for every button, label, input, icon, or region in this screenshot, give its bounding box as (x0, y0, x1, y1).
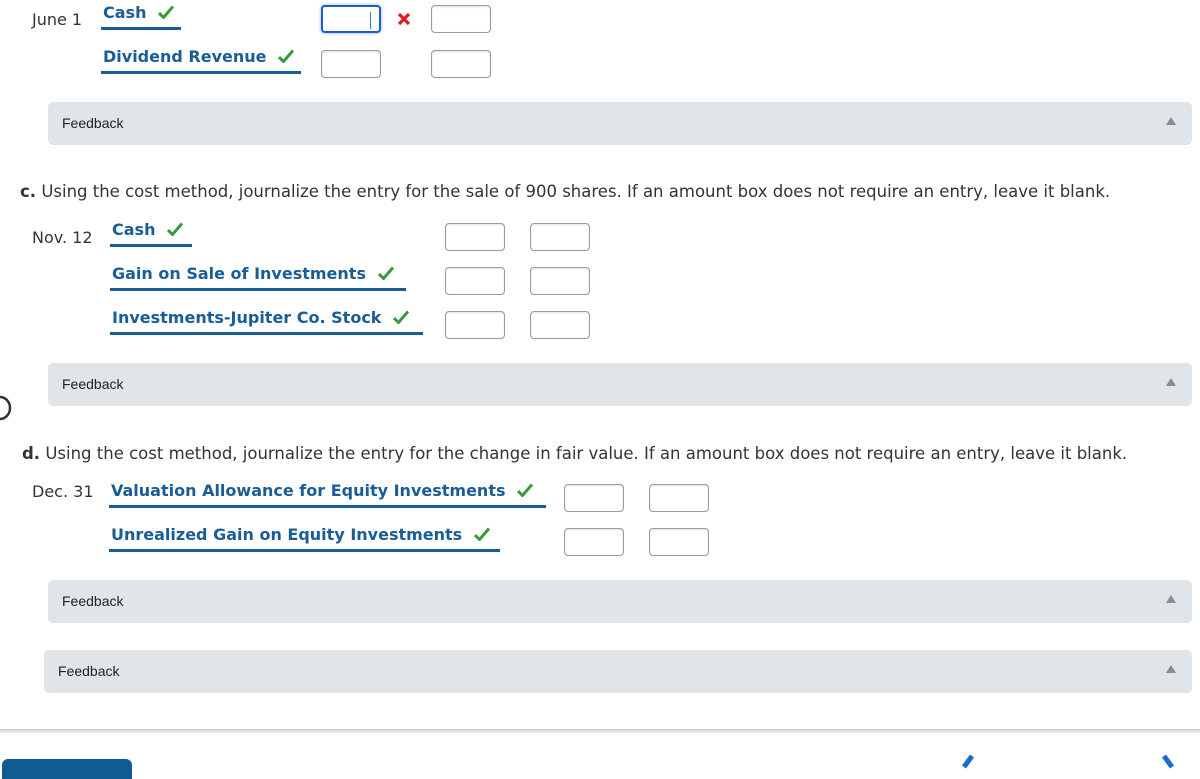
account-valuation-allowance[interactable]: Valuation Allowance for Equity Investmen… (109, 481, 546, 508)
credit-amount-field[interactable] (531, 224, 589, 250)
step-indicator-circle (0, 395, 12, 421)
account-cash-june-1[interactable]: Cash (101, 3, 181, 30)
debit-amount-input[interactable] (321, 5, 381, 33)
credit-amount-field[interactable] (650, 485, 708, 511)
checkmark-icon (393, 310, 410, 324)
triangle-up-icon (1166, 378, 1176, 386)
entry-date-nov-12: Nov. 12 (32, 228, 93, 247)
credit-amount-input[interactable] (649, 528, 709, 556)
debit-amount-input[interactable] (564, 484, 624, 512)
credit-amount-field[interactable] (531, 312, 589, 338)
credit-amount-input[interactable] (530, 267, 590, 295)
credit-amount-field[interactable] (432, 51, 490, 77)
credit-amount-input[interactable] (649, 484, 709, 512)
debit-amount-input[interactable] (445, 311, 505, 339)
debit-amount-field[interactable] (565, 485, 623, 511)
feedback-label: Feedback (62, 593, 124, 609)
debit-amount-field[interactable] (446, 312, 504, 338)
debit-amount-input[interactable] (564, 528, 624, 556)
account-investments-jupiter[interactable]: Investments-Jupiter Co. Stock (110, 308, 423, 335)
entry-date-june-1: June 1 (32, 10, 83, 29)
feedback-label: Feedback (62, 115, 124, 131)
question-text: Using the cost method, journalize the en… (45, 444, 1128, 463)
account-label: Investments-Jupiter Co. Stock (112, 308, 382, 327)
footer-divider (0, 729, 1200, 734)
account-dividend-revenue[interactable]: Dividend Revenue (101, 47, 301, 74)
checkmark-icon (377, 266, 394, 280)
account-label: Unrealized Gain on Equity Investments (111, 525, 463, 544)
feedback-panel-overall[interactable]: Feedback (44, 650, 1192, 693)
account-gain-on-sale[interactable]: Gain on Sale of Investments (110, 264, 406, 291)
account-label: Cash (112, 220, 156, 239)
text-cursor (369, 12, 371, 29)
triangle-up-icon (1166, 595, 1176, 603)
credit-amount-field[interactable] (531, 268, 589, 294)
account-label: Cash (103, 3, 147, 22)
feedback-label: Feedback (62, 376, 124, 392)
triangle-up-icon (1166, 665, 1176, 673)
debit-amount-input[interactable] (445, 223, 505, 251)
triangle-up-icon (1166, 117, 1176, 125)
credit-amount-input[interactable] (431, 50, 491, 78)
checkmark-icon (278, 49, 295, 63)
account-label: Dividend Revenue (103, 47, 267, 66)
question-c: c. Using the cost method, journalize the… (20, 182, 1110, 201)
feedback-label: Feedback (58, 663, 120, 679)
credit-amount-input[interactable] (530, 311, 590, 339)
question-d: d. Using the cost method, journalize the… (22, 444, 1127, 463)
checkmark-icon (473, 527, 490, 541)
debit-amount-field[interactable] (322, 51, 380, 77)
account-label: Valuation Allowance for Equity Investmen… (111, 481, 506, 500)
debit-amount-field[interactable] (565, 529, 623, 555)
checkmark-icon (517, 483, 534, 497)
feedback-panel-d[interactable]: Feedback (48, 580, 1192, 623)
debit-amount-field[interactable] (446, 268, 504, 294)
question-letter: d. (22, 444, 41, 463)
account-unrealized-gain[interactable]: Unrealized Gain on Equity Investments (109, 525, 500, 552)
x-mark-icon (397, 12, 411, 26)
check-my-work-button[interactable] (2, 759, 132, 779)
debit-amount-field[interactable] (446, 224, 504, 250)
credit-amount-input[interactable] (431, 5, 491, 33)
checkmark-icon (167, 222, 184, 236)
feedback-panel-b[interactable]: Feedback (48, 102, 1192, 145)
debit-amount-input[interactable] (445, 267, 505, 295)
entry-date-dec-31: Dec. 31 (32, 482, 94, 501)
credit-amount-field[interactable] (432, 6, 490, 32)
feedback-panel-c[interactable]: Feedback (48, 363, 1192, 406)
account-cash-nov-12[interactable]: Cash (110, 220, 192, 247)
account-label: Gain on Sale of Investments (112, 264, 366, 283)
question-text: Using the cost method, journalize the en… (41, 182, 1111, 201)
checkmark-icon (158, 5, 175, 19)
question-letter: c. (20, 182, 37, 201)
debit-amount-input[interactable] (321, 50, 381, 78)
credit-amount-input[interactable] (530, 223, 590, 251)
credit-amount-field[interactable] (650, 529, 708, 555)
